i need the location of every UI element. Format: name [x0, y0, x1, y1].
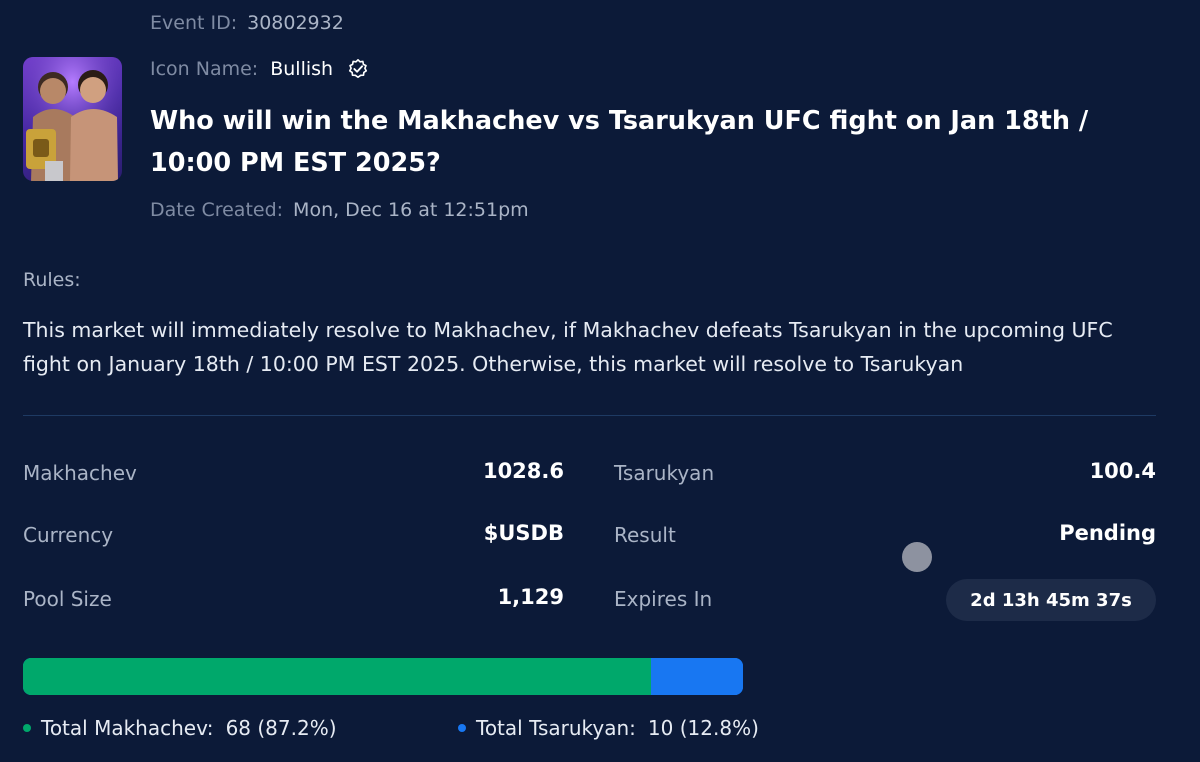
legend-tsarukyan: Total Tsarukyan: 10 (12.8%) — [458, 716, 759, 740]
date-created-row: Date Created: Mon, Dec 16 at 12:51pm — [150, 199, 529, 221]
tsarukyan-odds-value: 100.4 — [1089, 459, 1156, 483]
makhachev-bar-segment — [23, 658, 651, 695]
rules-label: Rules: — [23, 269, 81, 291]
total-tsarukyan-value: 10 (12.8%) — [647, 716, 759, 740]
pool-size-value: 1,129 — [497, 585, 564, 609]
total-tsarukyan-label: Total Tsarukyan: — [476, 716, 636, 740]
currency-label: Currency — [23, 523, 114, 547]
makhachev-odds-label: Makhachev — [23, 461, 137, 485]
date-created-label: Date Created: — [150, 199, 284, 221]
event-thumbnail — [23, 57, 122, 181]
date-created-value: Mon, Dec 16 at 12:51pm — [293, 199, 529, 221]
blue-dot-icon — [458, 724, 466, 732]
touch-cursor — [902, 542, 932, 572]
event-id-value: 30802932 — [247, 12, 344, 34]
vote-distribution-bar — [23, 658, 743, 695]
expires-in-label: Expires In — [614, 587, 713, 611]
rules-text: This market will immediately resolve to … — [23, 318, 1113, 376]
icon-name-label: Icon Name: — [150, 58, 259, 80]
total-makhachev-value: 68 (87.2%) — [225, 716, 337, 740]
fighters-image — [23, 57, 122, 181]
verified-badge-icon — [349, 59, 368, 79]
event-id-row: Event ID: 30802932 — [150, 12, 344, 34]
pool-size-label: Pool Size — [23, 587, 112, 611]
legend-makhachev: Total Makhachev: 68 (87.2%) — [23, 716, 337, 740]
event-id-label: Event ID: — [150, 12, 238, 34]
tsarukyan-bar-segment — [650, 658, 743, 695]
market-detail-page: Event ID: 30802932 Icon Name: Bullish Wh… — [0, 0, 1200, 762]
section-divider — [23, 415, 1156, 416]
icon-name-row: Icon Name: Bullish — [150, 58, 369, 80]
total-makhachev-label: Total Makhachev: — [41, 716, 214, 740]
makhachev-odds-value: 1028.6 — [482, 459, 564, 483]
tsarukyan-odds-label: Tsarukyan — [614, 461, 715, 485]
expires-in-countdown: 2d 13h 45m 37s — [946, 579, 1156, 621]
green-dot-icon — [23, 724, 31, 732]
market-title: Who will win the Makhachev vs Tsarukyan … — [150, 106, 1089, 178]
result-label: Result — [614, 523, 676, 547]
result-value: Pending — [1059, 521, 1156, 545]
currency-value: $USDB — [483, 521, 564, 545]
icon-name-value: Bullish — [270, 58, 334, 80]
